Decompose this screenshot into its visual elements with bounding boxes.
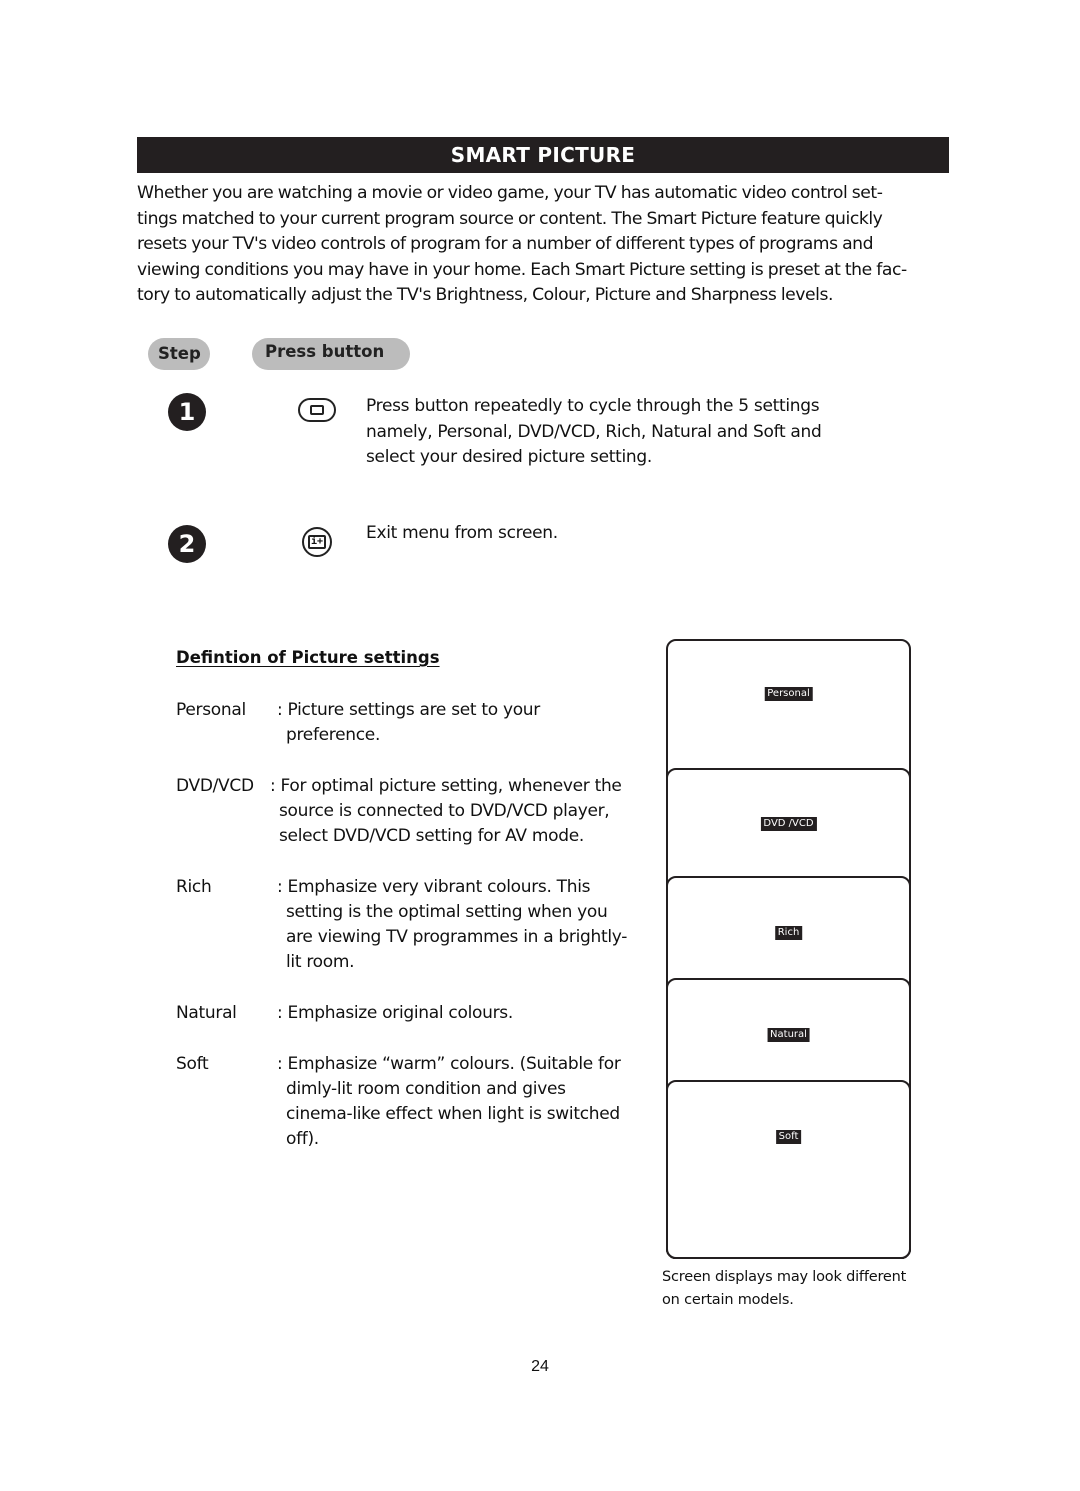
- screen-caption: Screen displays may look different on ce…: [662, 1266, 906, 1312]
- definition-line: : Picture settings are set to your: [277, 700, 540, 720]
- page-title: SMART PICTURE: [137, 137, 949, 173]
- definition-term: Natural: [176, 1003, 237, 1023]
- step-1-instruction: Press button repeatedly to cycle through…: [366, 394, 822, 471]
- definition-line: off).: [286, 1129, 319, 1149]
- definition-line: lit room.: [286, 952, 355, 972]
- screen-label-natural: Natural: [767, 1028, 810, 1042]
- screen-label-rich: Rich: [774, 926, 803, 940]
- caption-line: on certain models.: [662, 1292, 794, 1308]
- caption-line: Screen displays may look different: [662, 1269, 907, 1285]
- intro-line: viewing conditions you may have in your …: [137, 259, 907, 280]
- screen-label-soft: Soft: [775, 1130, 802, 1144]
- intro-line: tory to automatically adjust the TV's Br…: [137, 285, 833, 305]
- step-column-header: Step: [148, 338, 210, 370]
- intro-line: tings matched to your current program so…: [137, 208, 883, 229]
- definition-line: cinema-like effect when light is switche…: [286, 1104, 620, 1124]
- press-button-column-header: Press button: [252, 338, 410, 370]
- step-2-line: Exit menu from screen.: [366, 523, 558, 543]
- info-plus-button-icon: i+: [302, 527, 332, 557]
- definition-description: : Emphasize original colours.: [277, 1001, 513, 1026]
- step-1-line: Press button repeatedly to cycle through…: [366, 396, 820, 416]
- definition-line: : Emphasize very vibrant colours. This: [277, 877, 591, 897]
- definition-description: : For optimal picture setting, whenever …: [270, 774, 622, 849]
- smart-picture-button-icon: [298, 398, 336, 422]
- page-number: 24: [531, 1358, 549, 1375]
- info-plus-glyph: i+: [308, 535, 326, 549]
- definition-line: preference.: [286, 725, 381, 745]
- definition-line: : For optimal picture setting, whenever …: [270, 776, 622, 796]
- definitions-heading: Defintion of Picture settings: [176, 648, 440, 667]
- definition-term: Rich: [176, 877, 212, 897]
- screen-label-personal: Personal: [764, 687, 813, 701]
- definition-line: select DVD/VCD setting for AV mode.: [279, 826, 584, 846]
- intro-line: resets your TV's video controls of progr…: [137, 234, 874, 254]
- screen-panel-soft: Soft: [666, 1080, 911, 1259]
- step-1-line: namely, Personal, DVD/VCD, Rich, Natural…: [366, 421, 822, 442]
- definition-line: setting is the optimal setting when you: [286, 902, 608, 922]
- definition-line: : Emphasize “warm” colours. (Suitable fo…: [277, 1054, 621, 1074]
- step-1-line: select your desired picture setting.: [366, 447, 652, 467]
- definition-line: : Emphasize original colours.: [277, 1003, 513, 1023]
- definition-line: source is connected to DVD/VCD player,: [279, 801, 610, 821]
- definition-description: : Emphasize “warm” colours. (Suitable fo…: [277, 1052, 621, 1152]
- step-2-instruction: Exit menu from screen.: [366, 521, 558, 547]
- step-number-1: 1: [168, 393, 206, 431]
- step-number-2: 2: [168, 525, 206, 563]
- intro-line: Whether you are watching a movie or vide…: [137, 183, 883, 203]
- intro-paragraph: Whether you are watching a movie or vide…: [137, 181, 952, 309]
- definition-line: dimly-lit room condition and gives: [286, 1079, 566, 1099]
- definition-description: : Picture settings are set to your prefe…: [277, 698, 540, 748]
- definition-term: Soft: [176, 1054, 209, 1074]
- definition-term: Personal: [176, 700, 246, 720]
- definition-line: are viewing TV programmes in a brightly-: [286, 927, 628, 947]
- screen-label-dvd-vcd: DVD /VCD: [760, 817, 817, 831]
- definition-term: DVD/VCD: [176, 776, 254, 796]
- definition-description: : Emphasize very vibrant colours. This s…: [277, 875, 627, 975]
